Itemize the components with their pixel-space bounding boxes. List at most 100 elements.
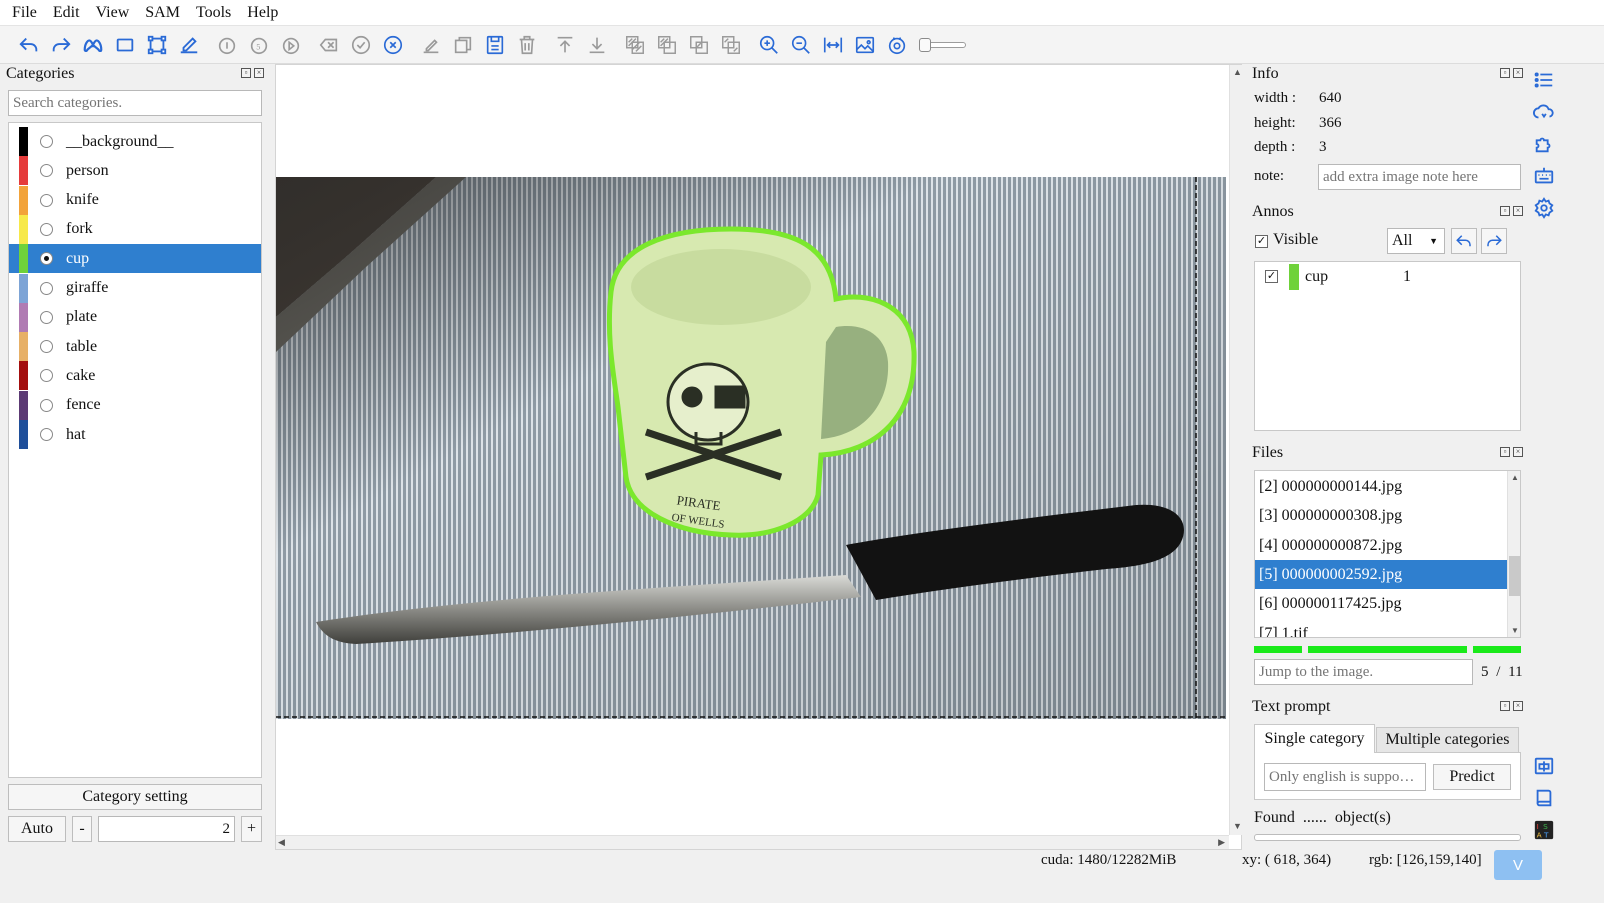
category-item-cup[interactable]: cup [9, 244, 261, 274]
clear-icon[interactable] [316, 32, 342, 58]
settings-gear-icon[interactable] [1532, 196, 1556, 220]
line-icon[interactable] [176, 32, 202, 58]
rectangle-icon[interactable] [112, 32, 138, 58]
file-list-item[interactable]: [7] 1.tif [1255, 619, 1507, 638]
jump-to-image-input[interactable] [1254, 659, 1473, 685]
copy-icon[interactable] [450, 32, 476, 58]
increase-button[interactable]: + [241, 816, 262, 842]
scroll-down-icon[interactable]: ▼ [1233, 821, 1242, 831]
category-item-background[interactable]: __background__ [9, 127, 261, 156]
annotated-image[interactable]: PIRATE OF WELLS [276, 177, 1226, 719]
canvas-vertical-scrollbar[interactable]: ▲ ▼ [1229, 65, 1243, 835]
float-icon[interactable]: ▫ [1500, 701, 1510, 711]
category-radio[interactable] [40, 310, 53, 324]
image-icon[interactable] [852, 32, 878, 58]
float-icon[interactable]: ▫ [241, 68, 251, 78]
scroll-thumb[interactable] [1509, 556, 1520, 596]
menu-view[interactable]: View [88, 0, 138, 26]
language-icon[interactable] [1532, 754, 1556, 778]
category-item-fork[interactable]: fork [9, 214, 261, 244]
note-input[interactable] [1318, 164, 1521, 190]
close-icon[interactable]: × [1513, 68, 1523, 78]
decrease-button[interactable]: - [72, 816, 92, 842]
close-icon[interactable]: × [1513, 447, 1523, 457]
category-item-hat[interactable]: hat [9, 420, 261, 449]
scroll-up-icon[interactable]: ▲ [1233, 67, 1242, 77]
cancel-icon[interactable] [380, 32, 406, 58]
version-button[interactable]: V [1494, 850, 1542, 880]
close-icon[interactable]: × [1513, 206, 1523, 216]
opacity-slider-handle[interactable] [919, 37, 931, 52]
category-item-knife[interactable]: knife [9, 185, 261, 215]
edit-icon[interactable] [418, 32, 444, 58]
tab-single-category[interactable]: Single category [1254, 724, 1375, 753]
category-item-table[interactable]: table [9, 332, 261, 362]
zoom-out-icon[interactable] [788, 32, 814, 58]
intersect-icon[interactable] [686, 32, 712, 58]
sam-icon[interactable] [80, 32, 106, 58]
file-list-item[interactable]: [5] 000000002592.jpg [1255, 559, 1507, 589]
close-icon[interactable]: × [254, 68, 264, 78]
exclude-icon[interactable] [718, 32, 744, 58]
menu-edit[interactable]: Edit [45, 0, 88, 26]
delete-icon[interactable] [514, 32, 540, 58]
file-list-item[interactable]: [6] 000000117425.jpg [1255, 589, 1507, 618]
canvas-horizontal-scrollbar[interactable]: ◀ ▶ [276, 835, 1229, 849]
category-radio[interactable] [40, 252, 53, 266]
category-setting-button[interactable]: Category setting [8, 784, 262, 810]
scroll-left-icon[interactable]: ◀ [278, 837, 285, 848]
union-icon[interactable] [622, 32, 648, 58]
scroll-right-icon[interactable]: ▶ [1218, 837, 1225, 848]
file-list-scrollbar[interactable]: ▲ ▼ [1507, 471, 1520, 637]
anno-redo-button[interactable] [1481, 228, 1507, 254]
text-prompt-input[interactable] [1264, 763, 1426, 791]
scroll-down-icon[interactable]: ▼ [1511, 626, 1519, 635]
file-list-item[interactable]: [2] 000000000144.jpg [1255, 472, 1507, 501]
category-radio[interactable] [40, 369, 53, 383]
file-list-item[interactable]: [3] 000000000308.jpg [1255, 501, 1507, 530]
rotate-5-icon[interactable]: 5 [246, 32, 272, 58]
category-radio[interactable] [40, 340, 53, 354]
anno-filter-select[interactable]: All ▼ [1387, 228, 1445, 254]
float-icon[interactable]: ▫ [1500, 206, 1510, 216]
play-icon[interactable] [278, 32, 304, 58]
category-radio[interactable] [40, 281, 53, 295]
category-radio[interactable] [40, 193, 53, 207]
scroll-up-icon[interactable]: ▲ [1511, 473, 1519, 482]
fit-width-icon[interactable] [820, 32, 846, 58]
undo-icon[interactable] [16, 32, 42, 58]
anno-visible-checkbox[interactable]: ✓ [1265, 270, 1278, 283]
category-item-plate[interactable]: plate [9, 302, 261, 332]
category-item-fence[interactable]: fence [9, 390, 261, 420]
rotate-icon[interactable] [214, 32, 240, 58]
brush-size-field[interactable]: 2 [98, 816, 235, 842]
auto-button[interactable]: Auto [8, 816, 66, 842]
float-icon[interactable]: ▫ [1500, 447, 1510, 457]
image-canvas[interactable]: PIRATE OF WELLS ▲ ▼ ◀ ▶ [275, 64, 1243, 850]
subtract-icon[interactable] [654, 32, 680, 58]
category-radio[interactable] [40, 135, 53, 148]
menu-file[interactable]: File [4, 0, 45, 26]
category-radio[interactable] [40, 164, 53, 178]
cloud-sync-icon[interactable] [1532, 100, 1556, 124]
category-radio[interactable] [40, 398, 53, 412]
float-icon[interactable]: ▫ [1500, 68, 1510, 78]
zoom-in-icon[interactable] [756, 32, 782, 58]
opacity-slider[interactable] [919, 37, 966, 52]
eye-icon[interactable] [884, 32, 910, 58]
list-icon[interactable] [1532, 68, 1556, 92]
category-item-cake[interactable]: cake [9, 361, 261, 391]
app-logo-icon[interactable]: ISAT [1532, 818, 1556, 842]
move-top-icon[interactable] [552, 32, 578, 58]
category-item-giraffe[interactable]: giraffe [9, 273, 261, 303]
visible-checkbox[interactable]: ✓ [1255, 235, 1268, 248]
close-icon[interactable]: × [1513, 701, 1523, 711]
category-radio[interactable] [40, 428, 53, 441]
category-radio[interactable] [40, 222, 53, 236]
menu-tools[interactable]: Tools [188, 0, 239, 26]
move-bottom-icon[interactable] [584, 32, 610, 58]
polygon-icon[interactable] [144, 32, 170, 58]
menu-help[interactable]: Help [239, 0, 286, 26]
finish-icon[interactable] [348, 32, 374, 58]
menu-sam[interactable]: SAM [137, 0, 188, 26]
